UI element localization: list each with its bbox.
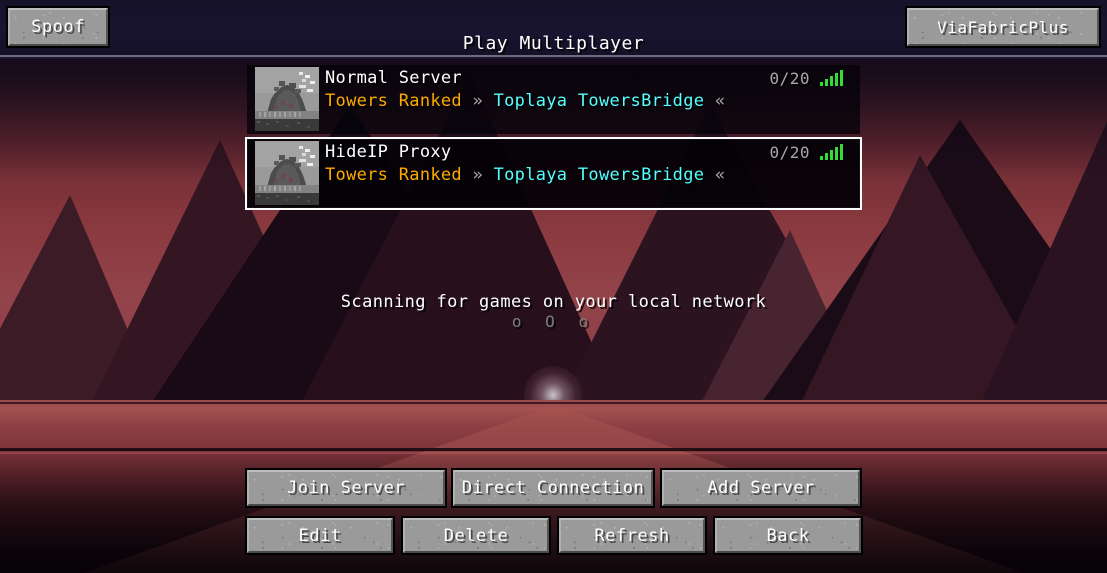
- server-icon: [255, 67, 319, 131]
- multiplayer-screen: Play Multiplayer Spoof ViaFabricPlus Nor…: [0, 0, 1107, 573]
- server-list-item-selected[interactable]: HideIP Proxy Towers Ranked » Toplaya Tow…: [245, 137, 862, 210]
- edit-button[interactable]: Edit: [245, 516, 395, 555]
- server-name: Normal Server: [325, 68, 462, 88]
- motd-space: [483, 165, 494, 185]
- server-list-item[interactable]: Normal Server Towers Ranked » Toplaya To…: [247, 65, 860, 134]
- delete-button[interactable]: Delete: [401, 516, 551, 555]
- signal-bars-icon: [820, 144, 846, 160]
- server-player-count: 0/20: [769, 143, 810, 162]
- server-motd: Towers Ranked » Toplaya TowersBridge «: [325, 91, 725, 111]
- signal-bars-icon: [820, 70, 846, 86]
- motd-segment-gold: Towers Ranked: [325, 91, 462, 111]
- server-list[interactable]: Normal Server Towers Ranked » Toplaya To…: [0, 57, 1107, 455]
- viafabricplus-button[interactable]: ViaFabricPlus: [905, 6, 1101, 48]
- motd-segment-aqua: Toplaya TowersBridge: [493, 91, 705, 111]
- motd-separator-right-glyph: »: [472, 91, 484, 111]
- spoof-button[interactable]: Spoof: [6, 6, 110, 48]
- motd-separator-left-glyph: «: [714, 91, 726, 111]
- refresh-button[interactable]: Refresh: [557, 516, 707, 555]
- server-player-count: 0/20: [769, 69, 810, 88]
- motd-segment-aqua: Toplaya TowersBridge: [493, 165, 705, 185]
- motd-space2: [704, 91, 715, 111]
- direct-connection-button[interactable]: Direct Connection: [451, 468, 655, 508]
- lan-loading-indicator: o O o: [511, 312, 596, 331]
- server-name: HideIP Proxy: [325, 142, 452, 162]
- motd-space: [462, 165, 473, 185]
- server-motd: Towers Ranked » Toplaya TowersBridge «: [325, 165, 725, 185]
- motd-space2: [704, 165, 715, 185]
- add-server-button[interactable]: Add Server: [660, 468, 862, 508]
- motd-segment-gold: Towers Ranked: [325, 165, 462, 185]
- motd-separator-left-glyph: «: [714, 165, 726, 185]
- lan-scanning-label: Scanning for games on your local network: [340, 292, 767, 312]
- motd-separator-right: [462, 91, 473, 111]
- motd-separator-right-glyph: »: [472, 165, 484, 185]
- motd-space: [483, 91, 494, 111]
- server-icon: [255, 141, 319, 205]
- back-button[interactable]: Back: [713, 516, 863, 555]
- join-server-button[interactable]: Join Server: [245, 468, 447, 508]
